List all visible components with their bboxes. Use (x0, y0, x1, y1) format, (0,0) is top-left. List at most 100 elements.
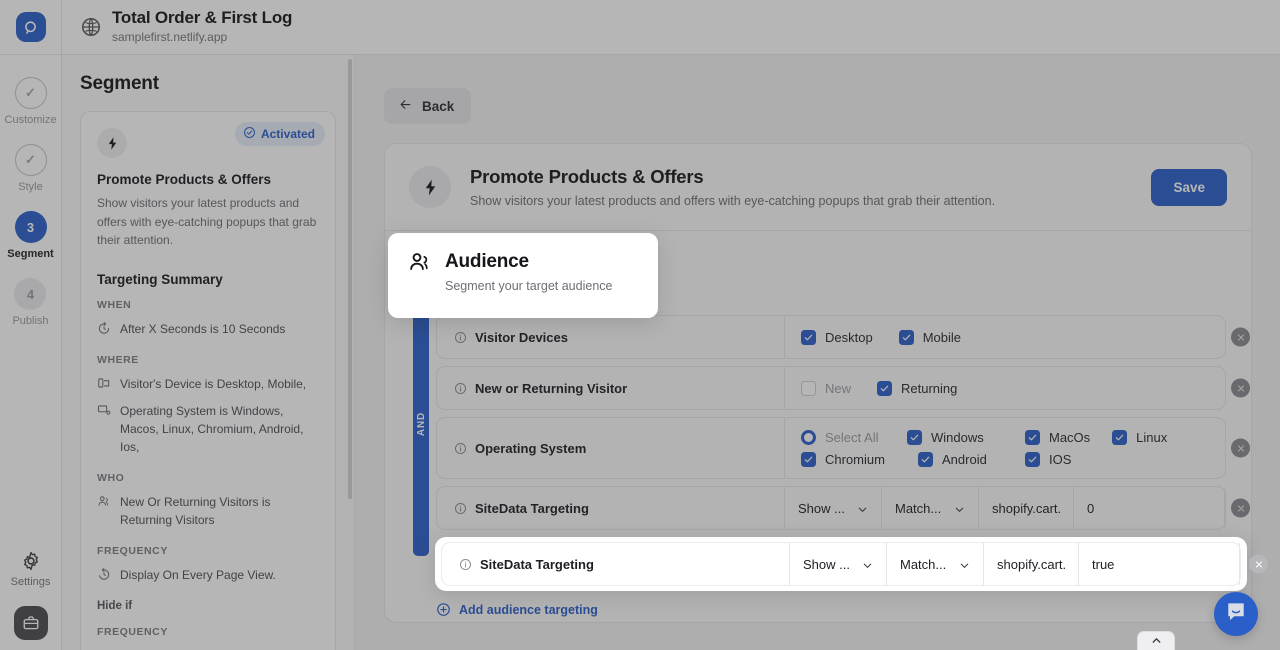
sidebar-item-settings[interactable]: Settings (11, 550, 50, 588)
bolt-icon (97, 128, 127, 158)
sitedata-match-value: Match... (895, 500, 942, 516)
summary-row-text: Visitor's Device is Desktop, Mobile, (120, 376, 307, 391)
campaign-title: Promote Products & Offers (470, 166, 704, 187)
sitedata-value-text: true (1092, 556, 1115, 572)
checkbox-linux[interactable]: Linux (1112, 429, 1177, 445)
chat-launcher-button[interactable] (1214, 592, 1258, 636)
table-row[interactable]: New or Returning Visitor New Returning (436, 366, 1250, 410)
info-circle-icon[interactable] (454, 502, 467, 515)
step-label-style: Style (18, 181, 43, 193)
plus-circle-icon (436, 602, 451, 617)
globe-icon (80, 16, 102, 38)
check-circle-icon (243, 126, 256, 142)
sitedata-action-select[interactable]: Show ... (790, 543, 887, 585)
targeting-summary-title: Targeting Summary (97, 271, 223, 287)
gear-icon (20, 550, 42, 572)
chevron-down-icon (862, 559, 873, 570)
back-button-label: Back (422, 98, 455, 114)
rule-name-cell: SiteData Targeting (442, 543, 790, 585)
checkbox-windows[interactable]: Windows (907, 429, 1003, 445)
rule-label: New or Returning Visitor (475, 380, 628, 396)
status-badge-label: Activated (260, 127, 315, 141)
audience-popover-title: Audience (445, 251, 529, 272)
close-circle-icon[interactable] (1231, 498, 1250, 518)
checkbox-macos[interactable]: MacOs (1025, 429, 1091, 445)
sitedata-key-input[interactable]: shopify.cart. (979, 487, 1074, 529)
summary-row: Operating System is Windows, Macos, Linu… (97, 402, 319, 456)
sidebar-item-style[interactable]: ✓ Style (14, 144, 47, 193)
app-logo[interactable] (0, 0, 62, 55)
close-circle-icon[interactable] (1231, 327, 1250, 347)
sidebar-item-segment[interactable]: 3 Segment (7, 211, 54, 260)
checkbox-label: Android (942, 451, 987, 467)
sitedata-value-input[interactable]: true (1079, 543, 1240, 585)
radio-select-all[interactable]: Select All (801, 429, 885, 445)
checkbox-mobile[interactable]: Mobile (898, 329, 961, 345)
sitedata-key-value: shopify.cart. (992, 500, 1062, 516)
table-row[interactable]: SiteData Targeting Show ... Match... sho… (441, 542, 1268, 586)
briefcase-icon[interactable] (13, 606, 48, 640)
rule-label: SiteData Targeting (475, 500, 589, 516)
bolt-icon (409, 166, 451, 208)
checkbox-returning[interactable]: Returning (877, 380, 957, 396)
close-circle-icon[interactable] (1249, 554, 1268, 574)
info-circle-icon[interactable] (454, 382, 467, 395)
back-button[interactable]: Back (384, 88, 472, 124)
people-icon (408, 250, 432, 274)
summary-group-label: WHO (97, 471, 125, 484)
info-circle-icon[interactable] (454, 442, 467, 455)
panel-scrollbar[interactable] (348, 59, 352, 499)
summary-row-text: New Or Returning Visitors is Returning V… (120, 494, 271, 527)
table-row[interactable]: Visitor Devices Desktop Mobile (436, 315, 1250, 359)
sitedata-action-select[interactable]: Show ... (785, 487, 882, 529)
table-row[interactable]: SiteData Targeting Show ... Match... sho… (436, 486, 1250, 530)
site-info: Total Order & First Log samplefirst.netl… (62, 8, 292, 46)
arrow-left-icon (398, 97, 413, 115)
top-bar: Total Order & First Log samplefirst.netl… (0, 0, 1280, 55)
sitedata-key-value: shopify.cart. (997, 556, 1067, 572)
sitedata-value-input[interactable]: 0 (1074, 487, 1225, 529)
step-badge-style: ✓ (14, 144, 47, 176)
check-icon (907, 429, 922, 445)
checkbox-label: MacOs (1049, 429, 1091, 445)
sidebar-item-customize[interactable]: ✓ Customize (4, 77, 57, 126)
sitedata-match-value: Match... (900, 556, 947, 572)
campaign-editor-header: Promote Products & Offers Show visitors … (385, 144, 1251, 231)
campaign-summary-card: Activated Promote Products & Offers Show… (80, 111, 336, 650)
step-label-customize: Customize (4, 114, 57, 126)
sidebar-item-publish[interactable]: 4 Publish (12, 278, 49, 327)
close-circle-icon[interactable] (1231, 438, 1250, 458)
sitedata-match-select[interactable]: Match... (882, 487, 979, 529)
check-icon (918, 451, 933, 467)
step-label-publish: Publish (12, 315, 49, 327)
brand-logo-icon (15, 12, 46, 42)
hide-group-frequency: FREQUENCY Stop Showing The Popup; (97, 626, 319, 650)
checkbox-chromium[interactable]: Chromium (801, 451, 896, 467)
sitedata-key-input[interactable]: shopify.cart. (984, 543, 1079, 585)
info-circle-icon[interactable] (454, 331, 467, 344)
summary-row: New Or Returning Visitors is Returning V… (97, 493, 319, 529)
add-audience-targeting-button[interactable]: Add audience targeting (436, 602, 598, 617)
step-badge-publish: 4 (14, 278, 47, 310)
checkbox-android[interactable]: Android (918, 451, 1003, 467)
table-row[interactable]: Operating System Select All Windows MacO… (436, 417, 1250, 479)
check-icon (898, 329, 914, 345)
summary-row: After X Seconds is 10 Seconds (97, 320, 319, 338)
checkbox-desktop[interactable]: Desktop (801, 329, 873, 345)
info-circle-icon[interactable] (459, 558, 472, 571)
add-audience-targeting-label: Add audience targeting (459, 602, 598, 617)
devices-icon (97, 376, 111, 390)
checkbox-label: Linux (1136, 429, 1168, 445)
close-circle-icon[interactable] (1231, 378, 1250, 398)
checkbox-new[interactable]: New (801, 380, 851, 396)
chevron-down-icon (959, 559, 970, 570)
checkbox-ios[interactable]: IOS (1025, 451, 1071, 467)
summary-group-label: FREQUENCY (97, 625, 168, 638)
rule-name-cell: SiteData Targeting (437, 487, 785, 529)
scroll-top-button[interactable] (1137, 631, 1175, 650)
check-icon (1025, 429, 1040, 445)
step-rail: ✓ Customize ✓ Style 3 Segment 4 Publish (0, 55, 62, 650)
sitedata-match-select[interactable]: Match... (887, 543, 984, 585)
summary-group-label: WHEN (97, 298, 132, 311)
save-button[interactable]: Save (1151, 168, 1227, 206)
